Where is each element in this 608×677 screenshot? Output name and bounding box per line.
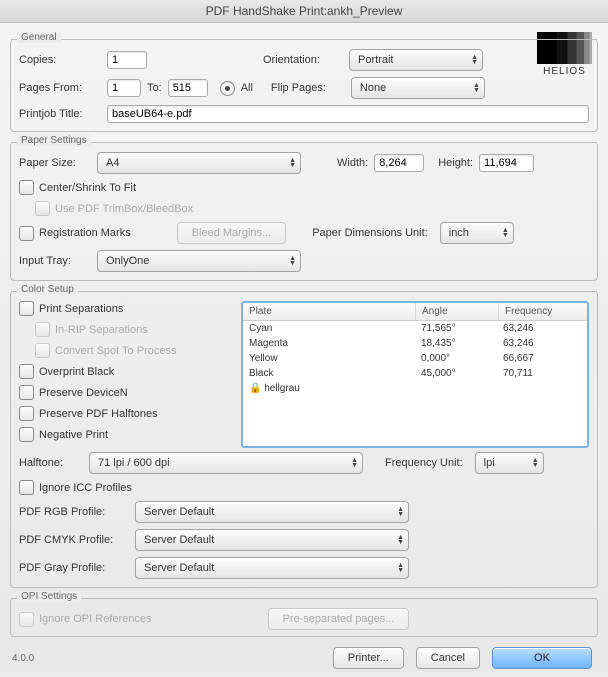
paper-group: Paper Settings Paper Size: A4▲▼ Width: H…	[10, 142, 598, 281]
copies-label: Copies:	[19, 54, 101, 66]
table-row[interactable]: 🔒 hellgrau	[243, 381, 587, 396]
table-row[interactable]: Magenta18,435°63,246	[243, 336, 587, 351]
tray-label: Input Tray:	[19, 255, 91, 267]
spot-checkbox: Convert Spot To Process	[35, 343, 176, 358]
ignore-opi-checkbox: Ignore OPI References	[19, 612, 152, 627]
to-label: To:	[147, 82, 162, 94]
printjob-input[interactable]	[107, 105, 589, 123]
orientation-select[interactable]: Portrait▲▼	[349, 49, 483, 71]
pages-from-input[interactable]	[107, 79, 141, 97]
tray-select[interactable]: OnlyOne▲▼	[97, 250, 301, 272]
print-separations-checkbox[interactable]: Print Separations	[19, 301, 123, 316]
color-legend: Color Setup	[17, 284, 78, 295]
devicen-checkbox[interactable]: Preserve DeviceN	[19, 385, 128, 400]
pdfhalftone-checkbox[interactable]: Preserve PDF Halftones	[19, 406, 158, 421]
table-row[interactable]: Cyan71,565°63,246	[243, 321, 587, 336]
version-label: 4.0.0	[12, 653, 34, 664]
paper-unit-select[interactable]: inch▲▼	[440, 222, 514, 244]
inrip-checkbox: In-RIP Separations	[35, 322, 148, 337]
overprint-checkbox[interactable]: Overprint Black	[19, 364, 114, 379]
plate-table[interactable]: Plate Angle Frequency Cyan71,565°63,246M…	[241, 301, 589, 448]
bleed-margins-button: Bleed Margins...	[177, 222, 286, 244]
halftone-label: Halftone:	[19, 457, 83, 469]
general-group: General Copies: Orientation: Portrait▲▼ …	[10, 39, 598, 132]
chevron-updown-icon: ▲▼	[532, 458, 539, 468]
regmarks-checkbox[interactable]: Registration Marks	[19, 226, 131, 241]
printer-button[interactable]: Printer...	[333, 647, 404, 669]
chevron-updown-icon: ▲▼	[397, 563, 404, 573]
width-input[interactable]	[374, 154, 424, 172]
table-header-plate: Plate	[243, 303, 416, 320]
paper-unit-label: Paper Dimensions Unit:	[312, 227, 428, 239]
color-group: Color Setup Print Separations In-RIP Sep…	[10, 291, 598, 588]
negative-checkbox[interactable]: Negative Print	[19, 427, 108, 442]
chevron-updown-icon: ▲▼	[397, 507, 404, 517]
cmyk-label: PDF CMYK Profile:	[19, 534, 129, 546]
table-header-angle: Angle	[416, 303, 499, 320]
chevron-updown-icon: ▲▼	[502, 228, 509, 238]
rgb-label: PDF RGB Profile:	[19, 506, 129, 518]
all-label: All	[241, 82, 253, 94]
printjob-label: Printjob Title:	[19, 108, 101, 120]
paper-size-label: Paper Size:	[19, 157, 91, 169]
ok-button[interactable]: OK	[492, 647, 592, 669]
lock-icon: 🔒	[249, 383, 261, 394]
pages-from-label: Pages From:	[19, 82, 101, 94]
window-title: PDF HandShake Print:ankh_Preview	[0, 0, 608, 23]
chevron-updown-icon: ▲▼	[471, 55, 478, 65]
pages-to-input[interactable]	[168, 79, 208, 97]
center-shrink-checkbox[interactable]: Center/Shrink To Fit	[19, 180, 136, 195]
height-label: Height:	[438, 157, 473, 169]
flip-select[interactable]: None▲▼	[351, 77, 485, 99]
trimbox-checkbox: Use PDF TrimBox/BleedBox	[35, 201, 193, 216]
gray-label: PDF Gray Profile:	[19, 562, 129, 574]
chevron-updown-icon: ▲▼	[397, 535, 404, 545]
height-input[interactable]	[479, 154, 534, 172]
cancel-button[interactable]: Cancel	[416, 647, 480, 669]
rgb-select[interactable]: Server Default▲▼	[135, 501, 409, 523]
chevron-updown-icon: ▲▼	[473, 83, 480, 93]
table-row[interactable]: Yellow0,000°66,667	[243, 351, 587, 366]
flip-label: Flip Pages:	[271, 82, 345, 94]
chevron-updown-icon: ▲▼	[289, 158, 296, 168]
width-label: Width:	[337, 157, 368, 169]
opi-group: OPI Settings Ignore OPI References Pre-s…	[10, 598, 598, 637]
presep-button: Pre-separated pages...	[268, 608, 410, 630]
frequnit-label: Frequency Unit:	[385, 457, 463, 469]
table-header-freq: Frequency	[499, 303, 587, 320]
table-row[interactable]: Black45,000°70,711	[243, 366, 587, 381]
frequnit-select[interactable]: lpi▲▼	[475, 452, 544, 474]
opi-legend: OPI Settings	[17, 591, 81, 602]
general-legend: General	[17, 32, 61, 43]
orientation-label: Orientation:	[263, 54, 343, 66]
ignoreicc-checkbox[interactable]: Ignore ICC Profiles	[19, 480, 132, 495]
paper-size-select[interactable]: A4▲▼	[97, 152, 301, 174]
copies-input[interactable]	[107, 51, 147, 69]
cmyk-select[interactable]: Server Default▲▼	[135, 529, 409, 551]
chevron-updown-icon: ▲▼	[289, 256, 296, 266]
chevron-updown-icon: ▲▼	[351, 458, 358, 468]
halftone-select[interactable]: 71 lpi / 600 dpi▲▼	[89, 452, 363, 474]
paper-legend: Paper Settings	[17, 135, 91, 146]
gray-select[interactable]: Server Default▲▼	[135, 557, 409, 579]
all-pages-radio[interactable]	[220, 81, 235, 96]
